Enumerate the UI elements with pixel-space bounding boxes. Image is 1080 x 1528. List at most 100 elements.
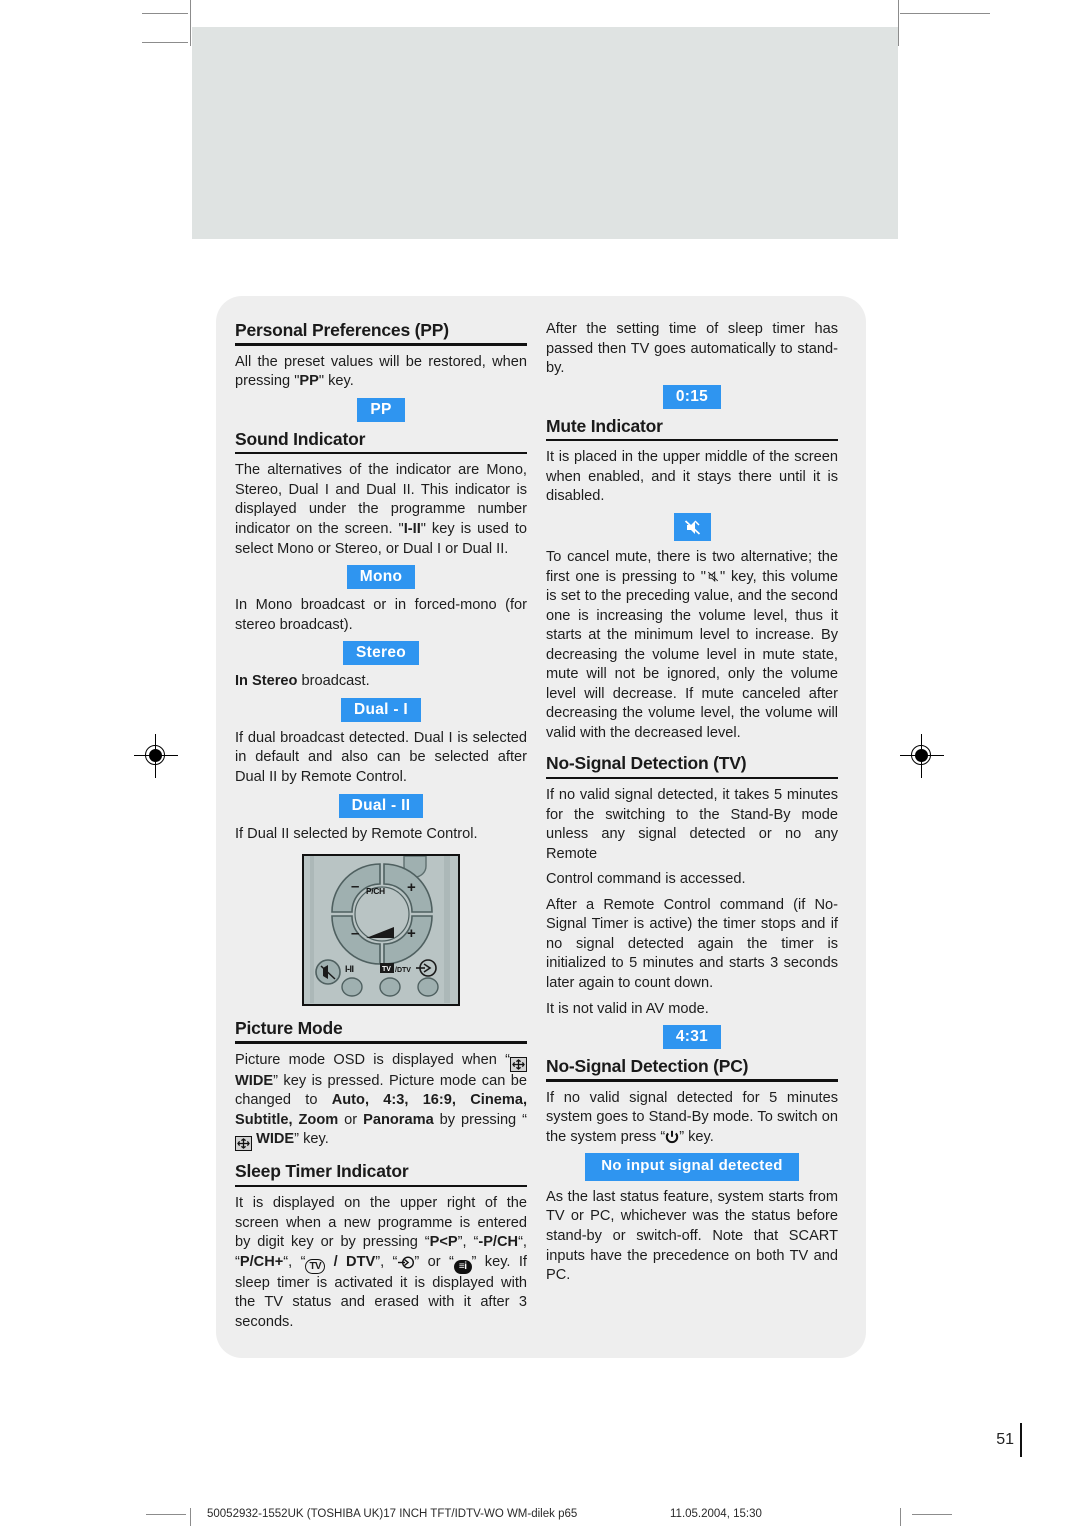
tv-key-label: TV [309,1260,322,1272]
footer: 50052932-1552UK (TOSHIBA UK)17 INCH TFT/… [0,1505,1080,1528]
wide-key-icon [510,1056,527,1072]
crop-mark-top-left-h [142,13,188,14]
st-key-pch-plus: P/CH+ [239,1253,284,1270]
paragraph-no-signal-tv-1: If no valid signal detected, it takes 5 … [546,787,838,862]
heading-personal-preferences: Personal Preferences (PP) [235,320,449,340]
paragraph-no-signal-pc-2: As the last status feature, system start… [546,1188,838,1284]
pm-text-3: or [338,1111,364,1128]
svg-text:/DTV: /DTV [395,967,411,974]
paragraph-sleep-timer: It is displayed on the upper right of th… [235,1194,527,1332]
svg-text:+: + [407,879,416,896]
pm-key-wide-2: WIDE [256,1131,295,1148]
osd-badge-no-input-signal: No input signal detected [585,1153,799,1181]
paragraph-dual-2: If Dual II selected by Remote Control. [235,825,478,842]
right-column: After the setting time of sleep timer ha… [546,320,838,1292]
paragraph-mute-1: It is placed in the upper middle of the … [546,449,838,505]
pm-key-wide: WIDE [235,1072,274,1089]
footer-imprint-right: 11.05.2004, 15:30 [670,1508,762,1520]
paragraph-stereo: In Stereo broadcast. [235,672,527,692]
osd-badge-no-signal-time: 4:31 [662,1025,722,1050]
left-column: Personal Preferences (PP) All the preset… [235,320,527,1338]
badge-row-pp: PP [235,397,527,422]
osd-badge-mute-icon [673,512,711,541]
osd-badge-dual-1: Dual - I [340,697,422,722]
st-key-pbp: P<P [429,1234,458,1251]
svg-text:I-II: I-II [345,964,354,974]
pc-text-b: ” key. [679,1128,714,1145]
st-text-6: ” or “ [414,1253,454,1270]
remote-key-tv-dtv [379,977,401,997]
badge-row-no-signal-time: 4:31 [546,1025,838,1050]
paragraph-no-signal-tv-2: Control command is accessed. [546,871,746,888]
badge-row-mute [546,512,838,541]
pp-text-a: All the preset values will be restored, … [235,353,527,390]
svg-text:P/CH: P/CH [366,886,385,896]
badge-row-no-input: No input signal detected [546,1153,838,1181]
paragraph-sound-indicator: The alternatives of the indicator are Mo… [235,461,527,559]
pm-text-4: by pressing “ [433,1111,527,1128]
osd-badge-mono: Mono [346,565,416,590]
pm-text-5: ” key. [294,1131,329,1148]
paragraph-dual-1: If dual broadcast detected. Dual I is se… [235,729,527,785]
heading-rule [235,343,527,346]
st-text-5: ”, “ [375,1253,398,1270]
paragraph-picture-mode: Picture mode OSD is displayed when “ WID… [235,1051,527,1152]
top-banner [192,27,898,239]
svg-text:–: – [351,925,359,942]
st-text-4: “, “ [283,1253,306,1270]
sound-key-label: I-II [403,521,421,538]
svg-text:TV: TV [382,966,391,973]
heading-rule [235,1184,527,1188]
paragraph-sleep-timer-continued: After the setting time of sleep timer ha… [546,321,838,377]
paragraph-mono: In Mono broadcast or in forced-mono (for… [235,597,527,633]
badge-row-stereo: Stereo [235,641,527,666]
remote-control-diagram: – + – + P/CH I-II TV /DTV [304,855,457,1004]
wide-key-icon-2 [235,1136,252,1152]
badge-row-sleep-time: 0:15 [546,384,838,409]
stereo-rest: broadcast. [297,673,370,690]
paragraph-mute-2: To cancel mute, there is two alternative… [546,548,838,743]
heading-no-signal-pc: No-Signal Detection (PC) [546,1056,749,1077]
svg-text:–: – [351,878,359,895]
mute-inline-icon [706,569,720,585]
pp-key-label: PP [299,373,319,390]
registration-mark-left [134,734,178,778]
paragraph-no-signal-tv-3: After a Remote Control command (if No-Si… [546,896,838,991]
pp-text-b: " key. [318,373,354,390]
osd-badge-dual-2: Dual - II [338,793,424,818]
paragraph-no-signal-tv-4: It is not valid in AV mode. [546,1000,709,1017]
st-key-pch-minus: -P/CH [478,1234,519,1251]
crop-mark-top-right-v [898,0,899,46]
heading-no-signal-tv: No-Signal Detection (TV) [546,753,747,774]
power-key-icon [665,1129,679,1145]
osd-badge-stereo: Stereo [342,641,420,666]
content-panel: Personal Preferences (PP) All the preset… [216,296,866,1358]
paragraph-personal-preferences: All the preset values will be restored, … [235,353,527,392]
registration-mark-right [900,734,944,778]
pm-text-1: Picture mode OSD is displayed when “ [235,1051,510,1068]
badge-row-mono: Mono [235,565,527,590]
heading-sound-indicator: Sound Indicator [235,428,366,449]
heading-rule [546,1079,838,1082]
heading-sleep-timer: Sleep Timer Indicator [235,1161,409,1182]
st-key-dtv: / DTV [325,1253,376,1270]
osd-badge-sleep-time: 0:15 [662,384,722,409]
osd-badge-pp: PP [357,397,405,422]
crop-mark-top-left-h2 [142,42,188,43]
heading-rule [235,451,527,455]
remote-control-figure: – + – + P/CH I-II TV /DTV [302,854,460,1007]
heading-picture-mode: Picture Mode [235,1018,343,1039]
svg-text:+: + [407,925,416,942]
crop-mark-top-right-h2 [944,13,990,14]
stereo-bold: In Stereo [235,673,298,690]
crop-mark-top-left-v [190,0,191,46]
mute-icon [684,520,700,535]
page-edge-bar [1020,1423,1022,1457]
crop-mark-top-right-h [900,13,946,14]
info-key-icon: ≡i [453,1259,472,1274]
heading-mute-indicator: Mute Indicator [546,415,663,436]
heading-rule [546,776,838,780]
source-key-icon [397,1254,415,1270]
remote-key-i-ii [341,977,363,997]
mute-text-b: " key, this volume is set to the precedi… [546,568,838,741]
